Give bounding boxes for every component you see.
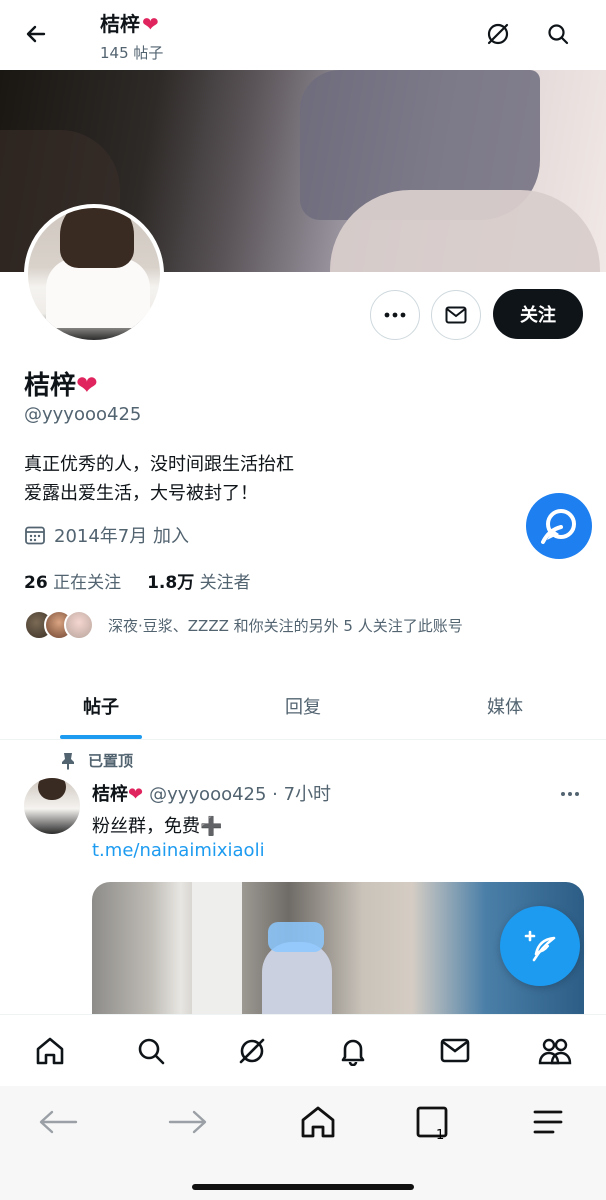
post-link[interactable]: t.me/nainaimixiaoli <box>92 840 265 861</box>
heart-emoji: ❤ <box>128 784 144 805</box>
browser-back-button[interactable] <box>34 1098 82 1146</box>
media-window <box>192 882 242 1022</box>
tabs-count: 1 <box>436 1128 445 1143</box>
search-icon <box>548 24 569 45</box>
post-author-name-text: 桔梓 <box>92 784 128 805</box>
joined-text: 2014年7月 加入 <box>54 526 189 547</box>
arrow-left-icon <box>26 25 46 43</box>
mutual-followers[interactable]: 深夜·豆浆、ZZZZ 和你关注的另外 5 人关注了此账号 <box>24 610 463 640</box>
back-button[interactable] <box>18 18 54 50</box>
tab-replies[interactable]: 回复 <box>202 672 404 739</box>
pinned-text: 已置顶 <box>88 752 134 770</box>
menu-icon <box>533 1110 563 1134</box>
profile-tabs: 帖子 回复 媒体 <box>0 672 606 740</box>
nav-communities[interactable] <box>535 1031 575 1071</box>
profile-bio: 真正优秀的人，没时间跟生活抬杠 爱露出爱生活，大号被封了！ <box>24 450 294 508</box>
tab-posts[interactable]: 帖子 <box>0 672 202 739</box>
nav-home[interactable] <box>30 1031 70 1071</box>
message-button[interactable] <box>431 290 481 340</box>
heart-emoji: ❤ <box>76 371 98 401</box>
following-label: 正在关注 <box>53 573 122 593</box>
grok-button[interactable] <box>480 18 516 50</box>
search-button[interactable] <box>540 18 576 50</box>
compose-feather-icon <box>524 930 556 962</box>
bio-line: 爱露出爱生活，大号被封了！ <box>24 483 258 504</box>
tab-media[interactable]: 媒体 <box>404 672 606 739</box>
browser-home-button[interactable] <box>294 1098 342 1146</box>
avatar-hair <box>38 778 66 800</box>
top-bar: 桔梓 ❤ 145 帖子 <box>0 0 606 70</box>
home-icon <box>301 1106 335 1138</box>
browser-menu-button[interactable] <box>524 1098 572 1146</box>
compose-button[interactable] <box>500 906 580 986</box>
nav-notifications[interactable] <box>333 1031 373 1071</box>
post-text: 粉丝群，免费➕ <box>92 816 223 837</box>
bio-line: 真正优秀的人，没时间跟生活抬杠 <box>24 454 294 475</box>
bottom-navigation <box>0 1014 606 1086</box>
grok-icon <box>239 1038 265 1064</box>
profile-name: 桔梓❤ <box>24 365 98 402</box>
browser-tabs-button[interactable]: 1 <box>408 1098 456 1146</box>
nav-search[interactable] <box>131 1031 171 1071</box>
media-face-sticker <box>268 922 324 952</box>
post-author-avatar[interactable] <box>24 778 80 834</box>
calendar-icon <box>25 526 45 545</box>
nav-grok[interactable] <box>232 1031 272 1071</box>
avatar <box>64 610 94 640</box>
mail-icon <box>445 306 467 324</box>
follow-stats: 26 正在关注 1.8万 关注者 <box>24 568 251 593</box>
more-horizontal-icon <box>561 792 579 796</box>
following-link[interactable]: 26 正在关注 <box>24 573 121 593</box>
banner-shape <box>330 190 600 272</box>
pin-icon <box>62 752 74 770</box>
pinned-label: 已置顶 <box>60 750 133 771</box>
joined-date: 2014年7月 加入 <box>24 522 189 548</box>
post-author-name[interactable]: 桔梓❤ <box>92 780 143 806</box>
header-title: 桔梓 ❤ <box>100 8 159 37</box>
follow-button[interactable]: 关注 <box>493 289 583 339</box>
grok-floating-button[interactable] <box>526 493 592 559</box>
mutuals-text: 深夜·豆浆、ZZZZ 和你关注的另外 5 人关注了此账号 <box>108 616 463 635</box>
followers-link[interactable]: 1.8万 关注者 <box>147 573 251 593</box>
post-meta: @yyyooo425 · 7小时 <box>149 784 332 805</box>
browser-forward-button[interactable] <box>164 1098 212 1146</box>
avatar-shirt <box>46 258 150 328</box>
grok-icon <box>541 509 576 544</box>
profile-avatar[interactable] <box>24 204 164 344</box>
home-indicator[interactable] <box>192 1184 414 1190</box>
more-options-button[interactable] <box>370 290 420 340</box>
mail-icon <box>440 1038 470 1063</box>
avatar-hair <box>60 208 134 268</box>
profile-handle: @yyyooo425 <box>24 404 142 425</box>
browser-toolbar: 1 <box>0 1086 606 1200</box>
header-title-text: 桔梓 <box>100 12 140 36</box>
media-person <box>262 942 332 1022</box>
followers-count: 1.8万 <box>147 573 195 593</box>
tabs-icon <box>416 1106 448 1138</box>
communities-icon <box>538 1038 572 1065</box>
search-icon <box>138 1038 165 1065</box>
more-horizontal-icon <box>384 312 406 318</box>
grok-icon <box>487 23 509 45</box>
arrow-left-icon <box>39 1110 78 1134</box>
nav-messages[interactable] <box>435 1031 475 1071</box>
following-count: 26 <box>24 573 48 593</box>
home-icon <box>36 1037 64 1065</box>
profile-name-text: 桔梓 <box>24 371 77 401</box>
post-header: 桔梓❤ @yyyooo425 · 7小时 <box>92 780 331 806</box>
followers-label: 关注者 <box>199 573 251 593</box>
post-more-button[interactable] <box>552 780 588 808</box>
post-count: 145 帖子 <box>100 44 164 62</box>
arrow-right-icon <box>168 1110 207 1134</box>
heart-emoji: ❤ <box>142 12 159 36</box>
bell-icon <box>341 1039 365 1066</box>
